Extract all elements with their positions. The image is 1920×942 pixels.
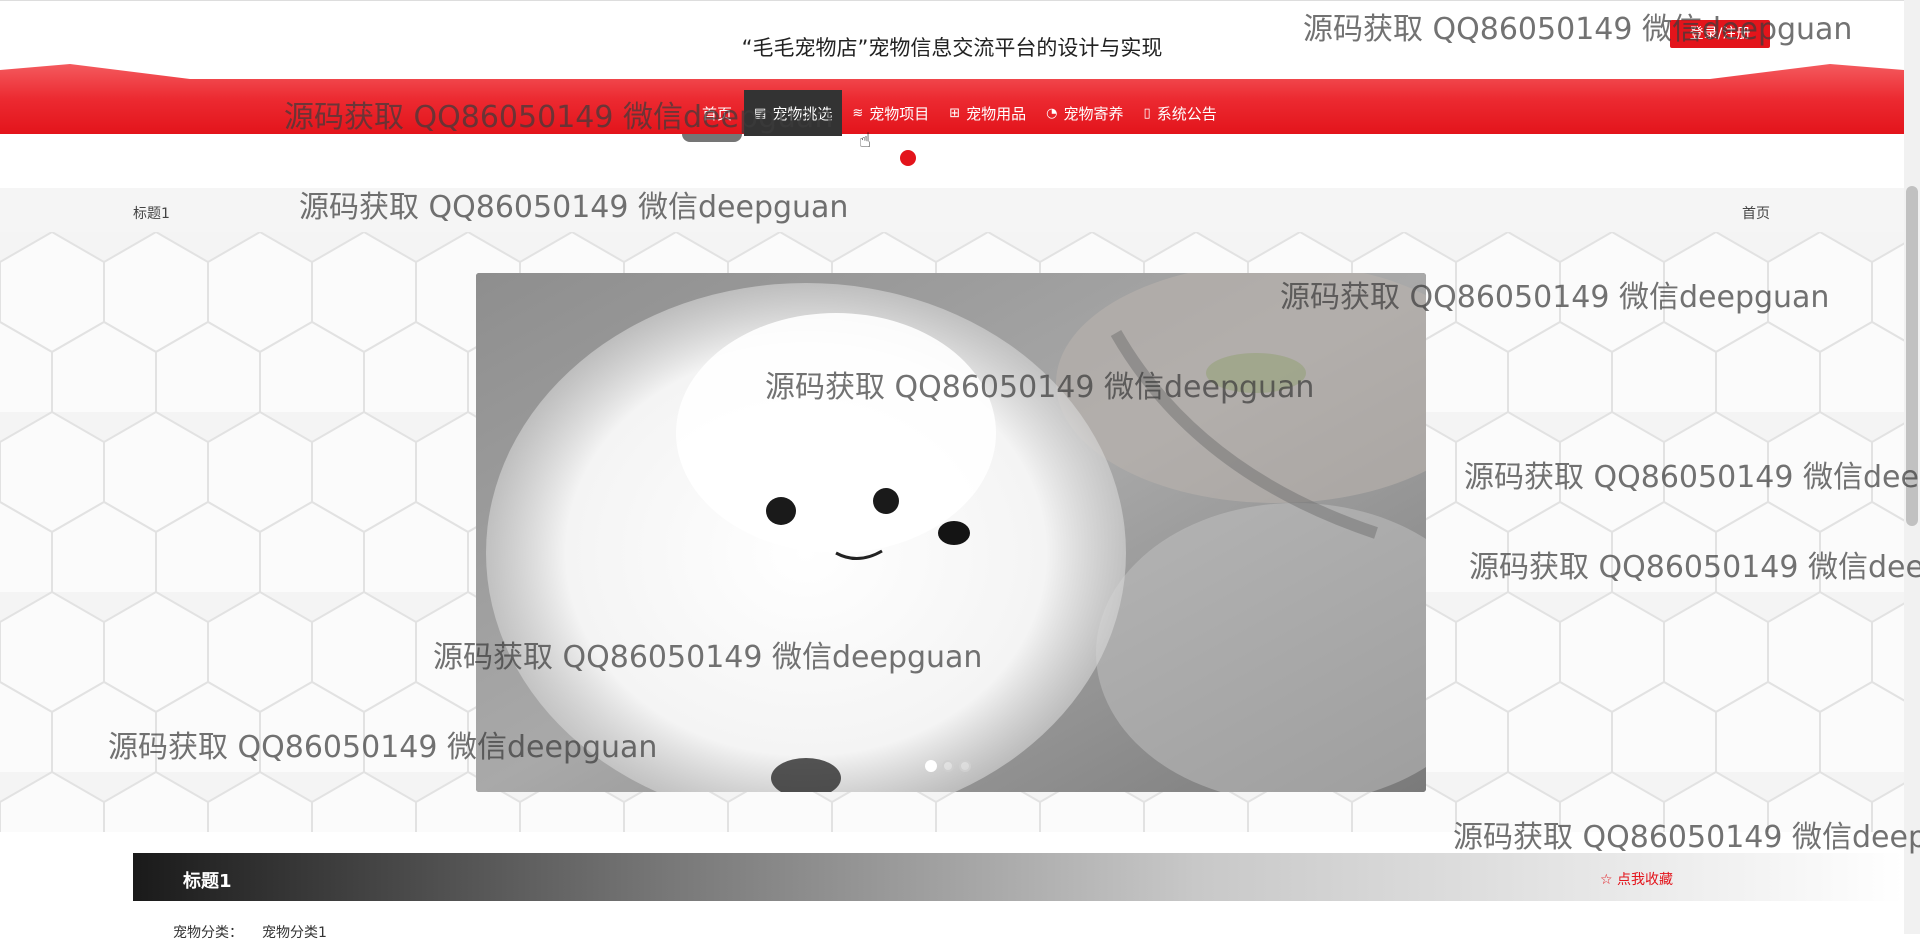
nav-item-home[interactable]: 首页 [690, 90, 744, 136]
category-label: 宠物分类： [173, 925, 243, 941]
nav-item-pet-selection[interactable]: ▤ 宠物挑选 [744, 90, 843, 136]
scrollbar-thumb[interactable] [1906, 186, 1918, 526]
carousel-dots [925, 760, 971, 772]
carousel-dot[interactable] [925, 760, 937, 772]
image-carousel[interactable] [476, 273, 1426, 792]
favorite-label: 点我收藏 [1617, 872, 1674, 888]
carousel-dot[interactable] [959, 760, 971, 772]
star-icon: ☆ [1600, 872, 1613, 888]
nav-item-pet-supplies[interactable]: ⊞ 宠物用品 [939, 90, 1036, 136]
detail-title: 标题1 [183, 871, 232, 892]
notice-icon: ▯ [1143, 105, 1151, 121]
book-icon: ⊞ [949, 105, 961, 121]
nav-item-pet-boarding[interactable]: ◔ 宠物寄养 [1036, 90, 1133, 136]
main-nav: 首页 ▤ 宠物挑选 ≋ 宠物项目 ⊞ 宠物用品 ◔ 宠物寄养 ▯ 系统公告 [690, 90, 1227, 136]
grid-icon: ▤ [754, 105, 767, 121]
nav-item-announcements[interactable]: ▯ 系统公告 [1134, 90, 1227, 136]
category-value: 宠物分类1 [262, 925, 327, 941]
nav-item-label: 宠物项目 [869, 104, 930, 123]
hand-pointer-icon: ☝ [859, 128, 872, 152]
breadcrumb-bar [0, 188, 1904, 233]
nav-item-label: 首页 [702, 104, 733, 123]
login-register-button[interactable]: 登录/注册 [1670, 20, 1770, 48]
breadcrumb-title: 标题1 [133, 206, 170, 222]
carousel-dot[interactable] [942, 760, 954, 772]
breadcrumb-home-link[interactable]: 首页 [1742, 203, 1770, 223]
carousel-slide-image [476, 273, 1426, 792]
sliders-icon: ≋ [852, 105, 864, 121]
nav-item-label: 宠物挑选 [772, 104, 833, 123]
nav-item-label: 宠物寄养 [1063, 104, 1124, 123]
favorite-button[interactable]: ☆ 点我收藏 [1600, 869, 1673, 889]
nav-item-pet-projects[interactable]: ≋ 宠物项目 [842, 90, 939, 136]
site-title: “毛毛宠物店”宠物信息交流平台的设计与实现 [741, 36, 1163, 60]
dashboard-icon: ◔ [1046, 105, 1058, 121]
nav-item-label: 宠物用品 [966, 104, 1027, 123]
nav-item-label: 系统公告 [1156, 104, 1217, 123]
red-dot-indicator [900, 150, 916, 166]
